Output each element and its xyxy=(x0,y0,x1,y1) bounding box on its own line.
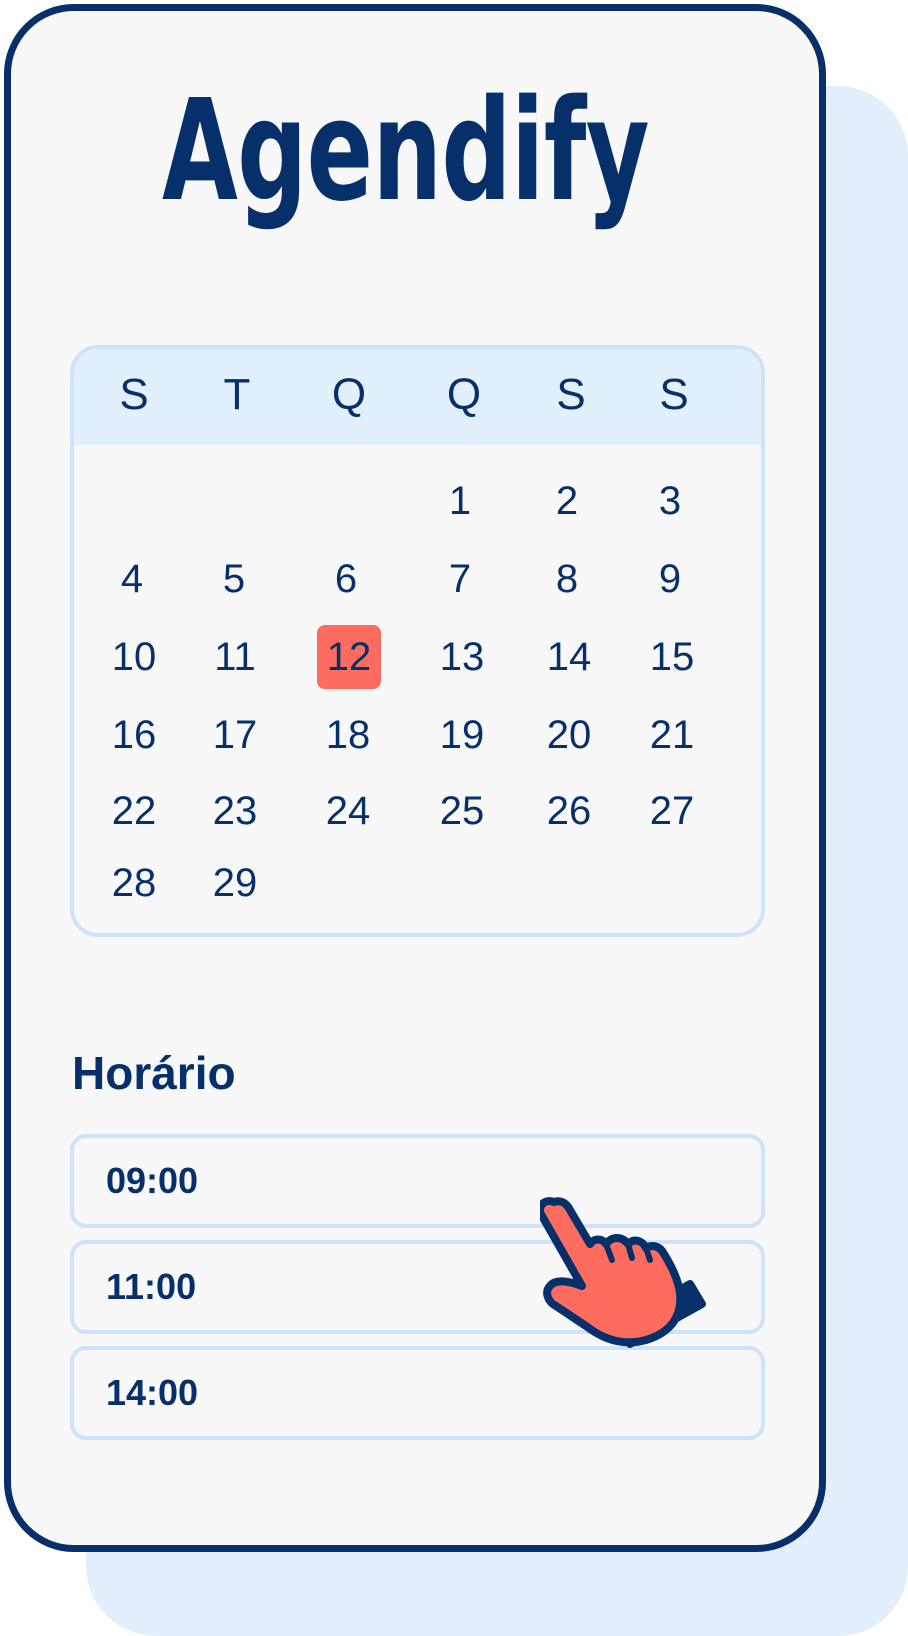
calendar-day[interactable]: 14 xyxy=(537,625,601,689)
weekday-label: Q xyxy=(331,370,367,419)
time-slot-label: 11:00 xyxy=(106,1266,197,1307)
calendar-day[interactable]: 28 xyxy=(102,851,166,915)
calendar-day[interactable]: 6 xyxy=(314,547,378,611)
calendar-day[interactable]: 27 xyxy=(640,779,704,843)
calendar-day[interactable]: 11 xyxy=(203,625,267,689)
weekday-label: Q xyxy=(446,370,482,419)
weekday-label: S xyxy=(659,370,689,419)
weekday-label: S xyxy=(556,370,586,419)
calendar-day[interactable]: 29 xyxy=(203,851,267,915)
calendar-day[interactable]: 21 xyxy=(640,703,704,767)
time-slot-label: 09:00 xyxy=(106,1160,199,1201)
calendar-day[interactable]: 26 xyxy=(537,779,601,843)
calendar-day[interactable]: 9 xyxy=(638,547,702,611)
calendar-day[interactable]: 13 xyxy=(430,625,494,689)
calendar-day[interactable]: 22 xyxy=(102,779,166,843)
calendar-day[interactable]: 4 xyxy=(100,547,164,611)
calendar-day[interactable]: 23 xyxy=(203,779,267,843)
calendar-day[interactable]: 17 xyxy=(203,703,267,767)
calendar-day[interactable]: 16 xyxy=(102,703,166,767)
calendar-day[interactable]: 5 xyxy=(202,547,266,611)
weekday-label: T xyxy=(223,370,251,419)
calendar: S T Q Q S S 1 2 3 4 5 6 7 8 9 10 11 12 1… xyxy=(70,345,765,937)
calendar-day-selected[interactable]: 12 xyxy=(317,625,381,689)
calendar-day[interactable]: 19 xyxy=(430,703,494,767)
calendar-day[interactable]: 10 xyxy=(102,625,166,689)
calendar-day[interactable]: 20 xyxy=(537,703,601,767)
calendar-day[interactable]: 8 xyxy=(535,547,599,611)
calendar-day[interactable]: 15 xyxy=(640,625,704,689)
weekday-label: S xyxy=(119,370,149,419)
calendar-day[interactable]: 3 xyxy=(638,469,702,533)
calendar-day[interactable]: 24 xyxy=(316,779,380,843)
calendar-day[interactable]: 25 xyxy=(430,779,494,843)
time-slot-label: 14:00 xyxy=(106,1372,199,1413)
calendar-day[interactable]: 1 xyxy=(428,469,492,533)
schedule-title: Horário xyxy=(72,1047,236,1099)
calendar-day[interactable]: 2 xyxy=(535,469,599,533)
app-logo: Agendify xyxy=(162,70,650,233)
calendar-day[interactable]: 7 xyxy=(428,547,492,611)
calendar-day[interactable]: 18 xyxy=(316,703,380,767)
hand-pointer-icon xyxy=(540,1197,706,1348)
calendar-weekday-header: S T Q Q S S xyxy=(74,349,761,445)
